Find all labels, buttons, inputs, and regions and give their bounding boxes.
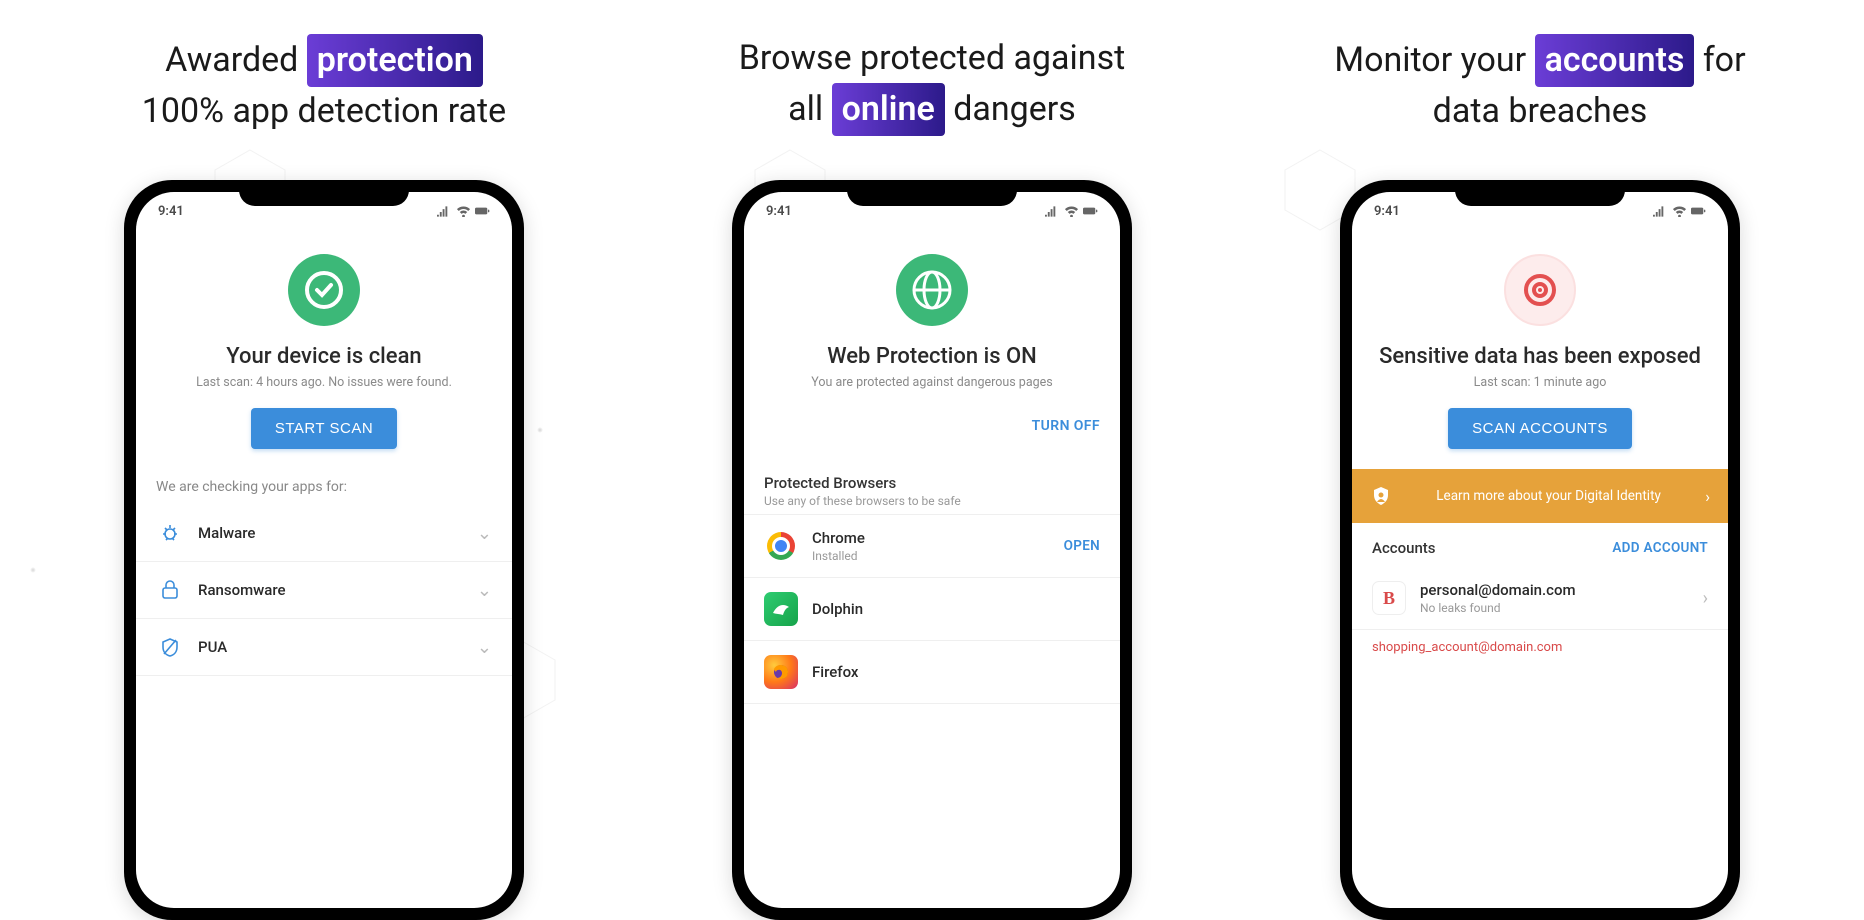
pua-icon <box>156 633 184 661</box>
highlight-protection: protection <box>307 34 483 87</box>
status-icons <box>1653 205 1706 217</box>
phone-mockup-3: 9:41 Sensitive data has been exposed Las… <box>1340 180 1740 920</box>
browser-item-firefox[interactable]: Firefox <box>744 641 1120 704</box>
notch <box>847 180 1017 206</box>
status-time: 9:41 <box>1374 204 1400 219</box>
li-label: PUA <box>198 638 477 656</box>
browser-status: Installed <box>812 549 1064 563</box>
li-label: Ransomware <box>198 581 477 599</box>
status-time: 9:41 <box>766 204 792 219</box>
headline-2: Browse protected against all online dang… <box>739 30 1126 140</box>
chevron-right-icon: › <box>1705 487 1710 506</box>
hero-title-3: Sensitive data has been exposed <box>1379 344 1701 369</box>
ransomware-icon <box>156 576 184 604</box>
wifi-icon <box>1064 205 1079 217</box>
browser-item-dolphin[interactable]: Dolphin <box>744 578 1120 641</box>
chrome-icon <box>764 529 798 563</box>
scan-accounts-button[interactable]: SCAN ACCOUNTS <box>1448 408 1632 449</box>
highlight-accounts: accounts <box>1535 34 1695 87</box>
add-account-button[interactable]: ADD ACCOUNT <box>1612 540 1708 556</box>
battery-icon <box>1083 205 1098 217</box>
chevron-down-icon: ⌄ <box>477 637 492 658</box>
signal-icon <box>437 205 452 217</box>
firefox-icon <box>764 655 798 689</box>
hero-subtitle-3: Last scan: 1 minute ago <box>1474 375 1607 390</box>
web-protection-icon <box>896 254 968 326</box>
browser-item-chrome[interactable]: Chrome Installed OPEN <box>744 515 1120 578</box>
digital-identity-banner[interactable]: Learn more about your Digital Identity › <box>1352 469 1728 523</box>
hero-subtitle-2: You are protected against dangerous page… <box>811 375 1052 390</box>
notch <box>239 180 409 206</box>
check-label: We are checking your apps for: <box>136 469 367 505</box>
chevron-right-icon: › <box>1703 588 1708 609</box>
signal-icon <box>1653 205 1668 217</box>
highlight-online: online <box>832 83 945 136</box>
list-item-ransomware[interactable]: Ransomware ⌄ <box>136 562 512 619</box>
signal-icon <box>1045 205 1060 217</box>
hero-title-1: Your device is clean <box>226 344 421 369</box>
open-button[interactable]: OPEN <box>1064 538 1100 554</box>
malware-icon <box>156 519 184 547</box>
breach-icon <box>1504 254 1576 326</box>
panel-protection: Awarded protection 100% app detection ra… <box>40 30 608 920</box>
li-label: Malware <box>198 524 477 542</box>
wifi-icon <box>1672 205 1687 217</box>
banner-text: Learn more about your Digital Identity <box>1404 488 1693 504</box>
account-item[interactable]: B personal@domain.com No leaks found › <box>1352 567 1728 630</box>
battery-icon <box>1691 205 1706 217</box>
account-email: personal@domain.com <box>1420 581 1703 599</box>
turn-off-button[interactable]: TURN OFF <box>1032 408 1100 438</box>
headline-1: Awarded protection 100% app detection ra… <box>142 30 506 140</box>
clean-icon <box>288 254 360 326</box>
dolphin-icon <box>764 592 798 626</box>
panel-accounts: Monitor your accounts for data breaches … <box>1256 30 1824 920</box>
wifi-icon <box>456 205 471 217</box>
notch <box>1455 180 1625 206</box>
status-icons <box>437 205 490 217</box>
account-status: No leaks found <box>1420 601 1703 615</box>
panel-web-protection: Browse protected against all online dang… <box>648 30 1216 920</box>
browser-name: Chrome <box>812 529 1064 547</box>
browser-name: Firefox <box>812 663 1100 681</box>
chevron-down-icon: ⌄ <box>477 523 492 544</box>
hero-title-2: Web Protection is ON <box>827 344 1037 369</box>
account-avatar: B <box>1372 581 1406 615</box>
chevron-down-icon: ⌄ <box>477 580 492 601</box>
phone-mockup-1: 9:41 Your device is clean Last scan: 4 h… <box>124 180 524 920</box>
battery-icon <box>475 205 490 217</box>
status-icons <box>1045 205 1098 217</box>
leaked-account-hint: shopping_account@domain.com <box>1352 630 1728 665</box>
shield-icon <box>1370 485 1392 507</box>
list-item-pua[interactable]: PUA ⌄ <box>136 619 512 676</box>
phone-mockup-2: 9:41 Web Protection is ON You are protec… <box>732 180 1132 920</box>
start-scan-button[interactable]: START SCAN <box>251 408 397 449</box>
headline-3: Monitor your accounts for data breaches <box>1334 30 1745 140</box>
browser-name: Dolphin <box>812 600 1100 618</box>
accounts-title: Accounts <box>1372 539 1436 557</box>
status-time: 9:41 <box>158 204 184 219</box>
protected-browsers-header: Protected Browsers Use any of these brow… <box>744 458 1120 515</box>
list-item-malware[interactable]: Malware ⌄ <box>136 505 512 562</box>
hero-subtitle-1: Last scan: 4 hours ago. No issues were f… <box>196 375 452 390</box>
